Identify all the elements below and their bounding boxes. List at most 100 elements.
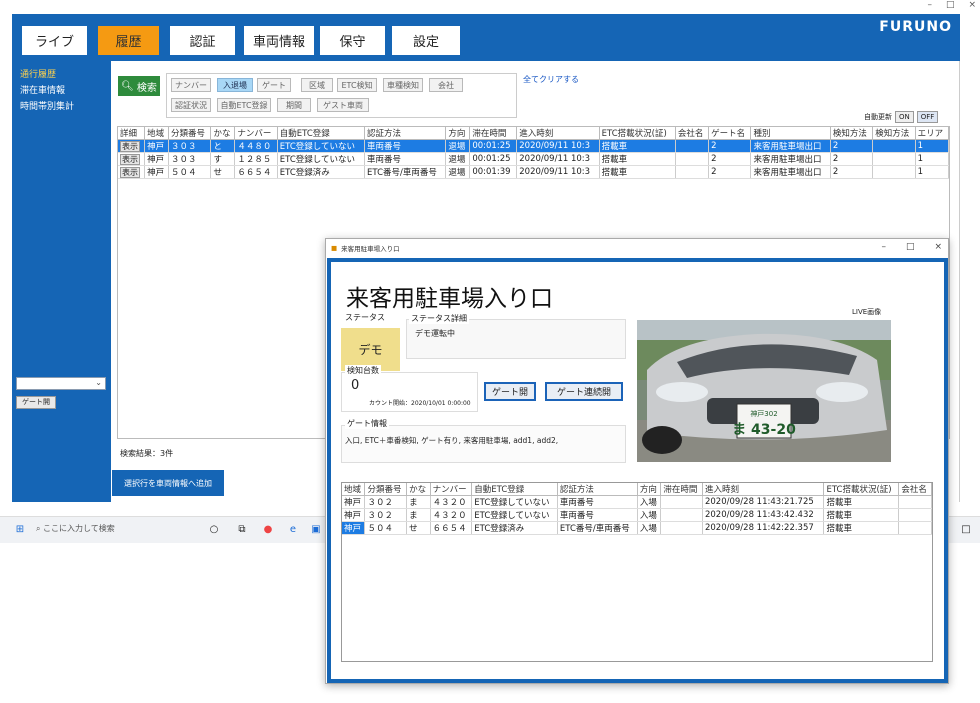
column-header[interactable]: 滞在時間	[469, 127, 518, 140]
sidebar-item-pass-history[interactable]: 通行履歴	[20, 67, 56, 80]
column-header[interactable]: かな	[406, 483, 431, 496]
show-detail-button[interactable]: 表示	[120, 153, 140, 165]
column-header[interactable]: 分類番号	[364, 483, 408, 496]
column-header[interactable]: 会社名	[898, 483, 932, 496]
column-header[interactable]: ナンバー	[234, 127, 278, 140]
popup-window-controls: – □ ×	[881, 242, 942, 252]
clear-all-link[interactable]: 全てクリアする	[523, 74, 579, 85]
auto-update-off[interactable]: OFF	[916, 111, 939, 123]
tab-auth[interactable]: 認証	[170, 26, 235, 55]
column-header[interactable]: 詳細	[118, 127, 146, 140]
gate-select[interactable]: ⌄	[16, 377, 106, 390]
minimize-button[interactable]: –	[927, 0, 932, 14]
show-detail-button[interactable]: 表示	[120, 166, 140, 178]
table-row[interactable]: 表示 神戸 ３０３ す １２８５ ETC登録していない 車両番号 退場 00:01:25 2020…	[118, 152, 949, 166]
column-header[interactable]: 分類番号	[168, 127, 212, 140]
table-row[interactable]: 表示 神戸 ３０３ と ４４８０ ETC登録していない 車両番号 退場 00:01:25 2020…	[118, 139, 949, 153]
column-header[interactable]: ETC搭載状況(証)	[599, 127, 676, 140]
windows-start-icon[interactable]: ⊞	[14, 524, 26, 536]
task-view-icon[interactable]: ⧉	[236, 524, 248, 536]
filter-guest[interactable]: ゲスト車両	[317, 98, 369, 112]
gate-open-button[interactable]: ゲート開	[484, 382, 536, 401]
table-cell: ETC登録済み	[471, 521, 558, 535]
column-header[interactable]: かな	[210, 127, 236, 140]
filter-vehicle-type[interactable]: 車種検知	[383, 78, 423, 92]
table-row[interactable]: 神戸 ３０２ ま ４３２０ ETC登録していない 車両番号 入場 2020/09/28 11:…	[342, 495, 932, 509]
column-header[interactable]: 認証方法	[364, 127, 447, 140]
tab-maintenance[interactable]: 保守	[320, 26, 385, 55]
filter-period[interactable]: 期間	[277, 98, 311, 112]
maximize-button[interactable]: □	[946, 0, 955, 14]
table-cell: 車両番号	[557, 508, 638, 522]
column-header[interactable]: 地域	[342, 483, 366, 496]
column-header[interactable]: 検知方法	[830, 127, 874, 140]
filter-auto-etc[interactable]: 自動ETC登録	[217, 98, 271, 112]
notification-icon[interactable]: □	[960, 524, 972, 536]
column-header[interactable]: 自動ETC登録	[277, 127, 366, 140]
filter-auth-status[interactable]: 認証状況	[171, 98, 211, 112]
edge-icon[interactable]: e	[287, 524, 299, 536]
cortana-icon[interactable]: ○	[208, 524, 220, 536]
chrome-icon[interactable]: ●	[262, 524, 274, 536]
filter-entry-exit[interactable]: 入退場	[217, 78, 253, 92]
table-row[interactable]: 表示 神戸 ５０４ せ ６６５４ ETC登録済み ETC番号/車両番号 退場 00:01:39 2…	[118, 165, 949, 179]
column-header[interactable]: 方向	[637, 483, 662, 496]
column-header[interactable]: ETC搭載状況(証)	[823, 483, 900, 496]
table-cell: ３０２	[364, 508, 408, 522]
column-header[interactable]: 地域	[144, 127, 170, 140]
add-to-vehicle-info-button[interactable]: 選択行を車両情報へ追加	[112, 470, 224, 496]
taskbar-search[interactable]: ⌕ ここに入力して検索	[36, 523, 115, 534]
column-header[interactable]: 認証方法	[557, 483, 638, 496]
tab-vehicle-info[interactable]: 車両情報	[244, 26, 314, 55]
column-header[interactable]: 種別	[750, 127, 831, 140]
table-cell: 搭載車	[823, 508, 900, 522]
tab-history[interactable]: 履歴	[98, 26, 159, 55]
gate-info-label: ゲート情報	[345, 418, 389, 429]
show-detail-button[interactable]: 表示	[120, 140, 140, 152]
column-header[interactable]: ゲート名	[708, 127, 752, 140]
filter-etc-detect[interactable]: ETC検知	[337, 78, 377, 92]
table-cell: ３０３	[168, 152, 212, 166]
column-header[interactable]: 検知方法	[872, 127, 916, 140]
table-cell: 2020/09/28 11:43:42.432	[702, 508, 825, 522]
gate-open-button[interactable]: ゲート開	[16, 396, 56, 409]
table-cell: 搭載車	[823, 521, 900, 535]
column-header[interactable]: 会社名	[675, 127, 710, 140]
gate-continuous-open-button[interactable]: ゲート連続開	[545, 382, 623, 401]
popup-close-button[interactable]: ×	[934, 242, 942, 252]
column-header[interactable]: 自動ETC登録	[471, 483, 558, 496]
sidebar-item-hourly-summary[interactable]: 時間帯別集計	[20, 99, 74, 112]
column-header[interactable]: 進入時刻	[516, 127, 600, 140]
column-header[interactable]: ナンバー	[430, 483, 473, 496]
auto-update-on[interactable]: ON	[895, 111, 914, 123]
search-button[interactable]: 🔍︎ 検索	[118, 76, 160, 96]
column-header[interactable]: 進入時刻	[702, 483, 825, 496]
column-header[interactable]: 滞在時間	[660, 483, 703, 496]
filter-company[interactable]: 会社	[429, 78, 463, 92]
filter-number[interactable]: ナンバー	[171, 78, 211, 92]
close-button[interactable]: ×	[968, 0, 976, 14]
table-cell: す	[210, 152, 236, 166]
app-icon[interactable]: ▣	[310, 524, 322, 536]
status-detail-value: デモ運転中	[415, 329, 455, 338]
column-header[interactable]: 方向	[445, 127, 471, 140]
table-row[interactable]: 神戸 ３０２ ま ４３２０ ETC登録していない 車両番号 入場 2020/09/28 11:…	[342, 508, 932, 522]
table-cell: ４３２０	[430, 508, 473, 522]
column-header[interactable]: エリア	[915, 127, 949, 140]
sidebar-item-staying-vehicles[interactable]: 滞在車情報	[20, 83, 65, 96]
popup-heading: 来客用駐車場入り口	[346, 286, 553, 312]
popup-maximize-button[interactable]: □	[906, 242, 915, 252]
table-cell: 退場	[445, 152, 471, 166]
table-cell: 2020/09/11 10:3	[516, 139, 600, 153]
table-cell: 2020/09/28 11:43:21.725	[702, 495, 825, 509]
history-table: 詳細 地域 分類番号 かな ナンバー 自動ETC登録 認証方法 方向 滞在時間 進入時刻 ETC搭載…	[118, 127, 949, 179]
filter-gate[interactable]: ゲート	[257, 78, 291, 92]
tab-settings[interactable]: 設定	[392, 26, 460, 55]
table-cell: 神戸	[342, 508, 366, 522]
popup-minimize-button[interactable]: –	[881, 242, 886, 252]
table-row[interactable]: 神戸 ５０４ せ ６６５４ ETC登録済み ETC番号/車両番号 入場 2020/09/28 …	[342, 521, 932, 535]
table-cell: ETC登録していない	[277, 152, 366, 166]
tab-live[interactable]: ライブ	[22, 26, 87, 55]
filter-area[interactable]: 区域	[301, 78, 333, 92]
table-cell: 神戸	[342, 495, 366, 509]
